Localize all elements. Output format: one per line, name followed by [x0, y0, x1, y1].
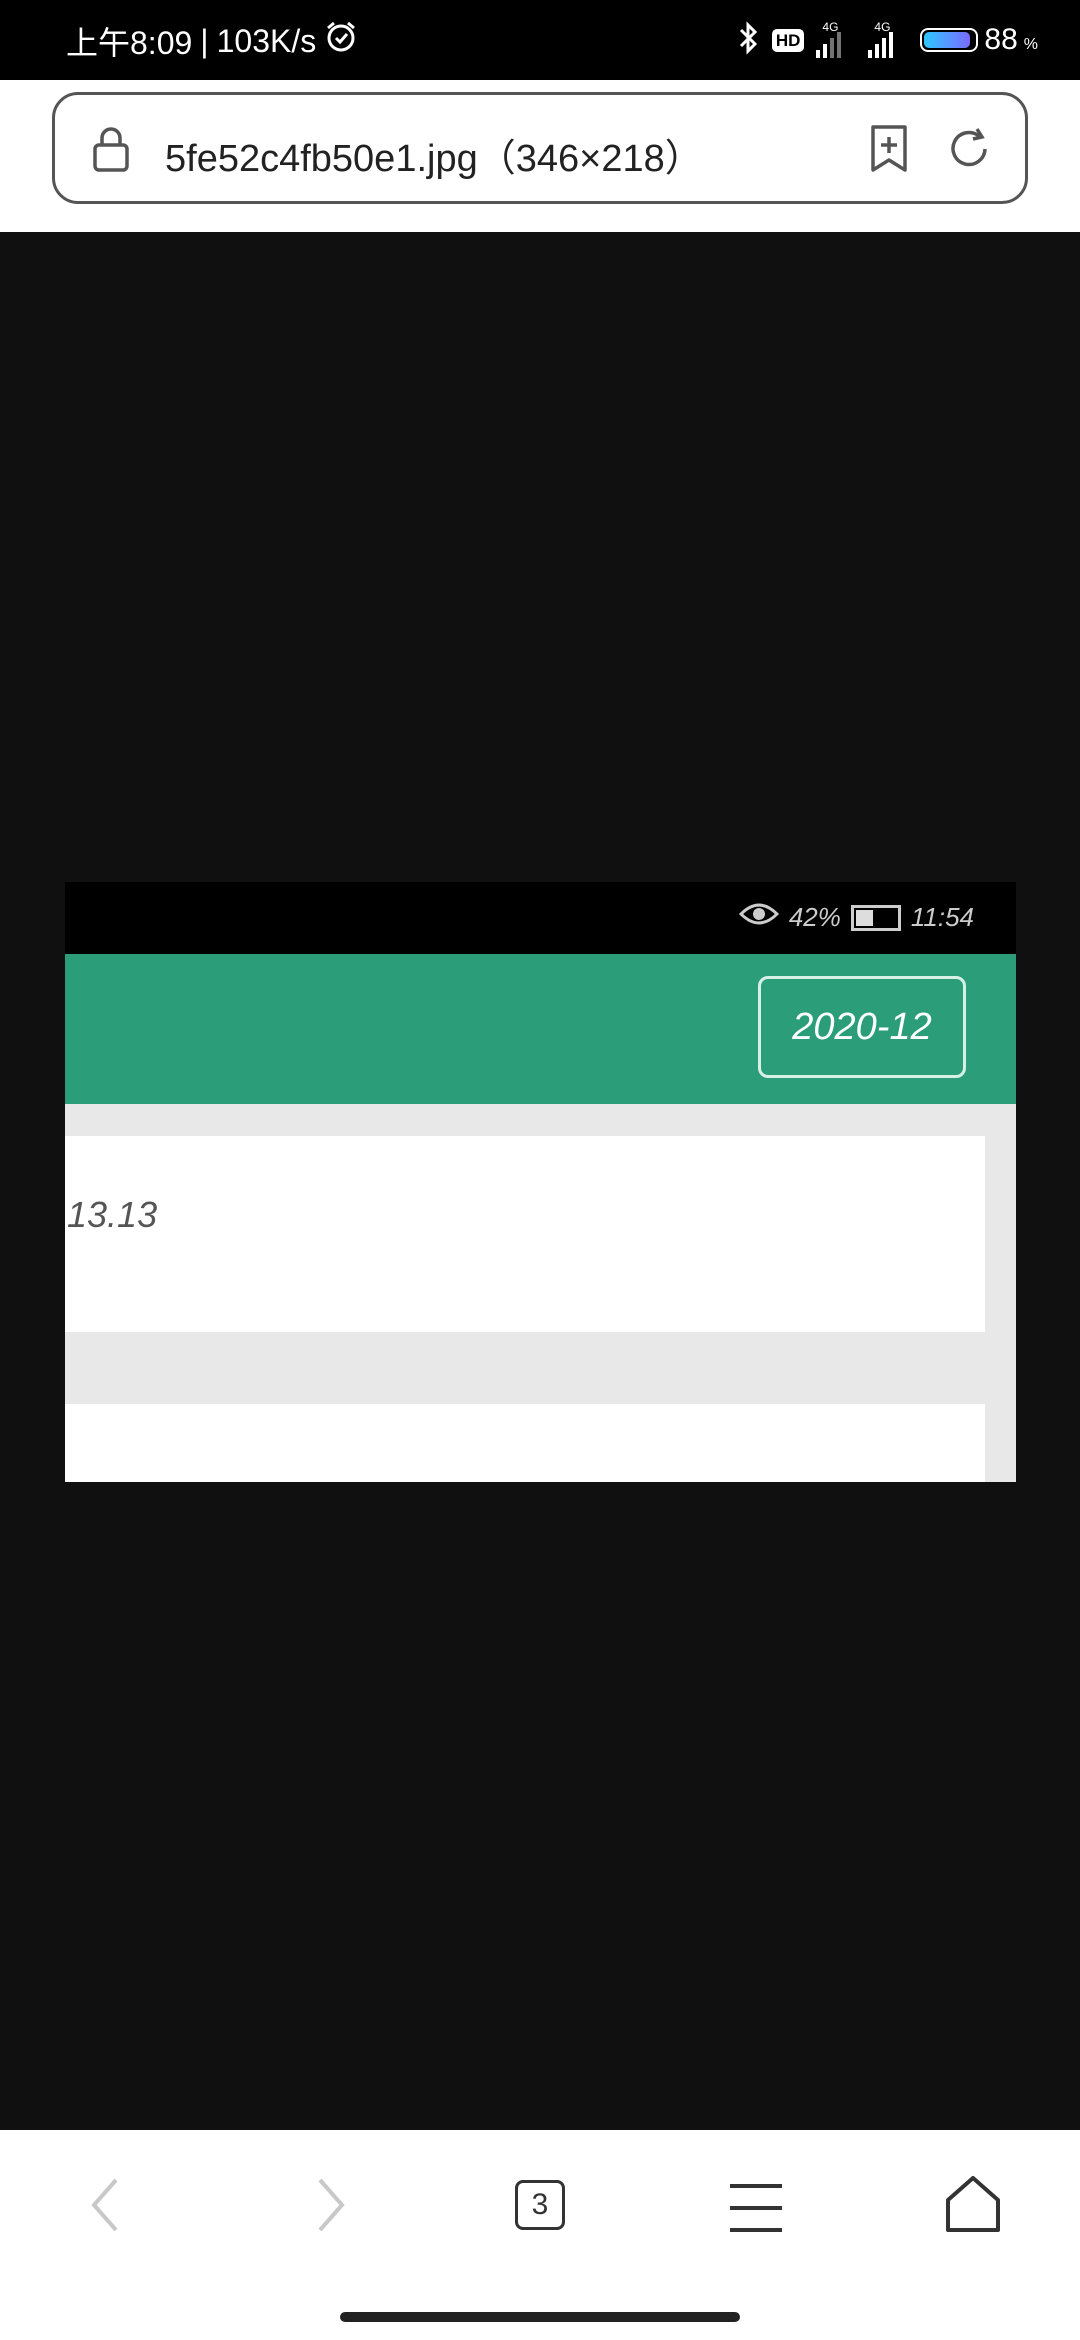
image-viewer[interactable]: 42% 11:54 2020-12 13.13 — [0, 232, 1080, 2130]
amount-value: 13.13 — [67, 1194, 158, 1235]
image-status-bar: 42% 11:54 — [65, 882, 1016, 954]
alarm-icon — [324, 20, 358, 62]
image-battery-icon — [850, 904, 901, 931]
forward-icon[interactable] — [308, 2172, 352, 2243]
address-url[interactable]: 5fe52c4fb50e1.jpg（346×218） — [165, 127, 703, 182]
image-app-header: 2020-12 — [65, 954, 1016, 1104]
date-selector-button: 2020-12 — [758, 976, 966, 1078]
battery-percent: 88 — [984, 23, 1018, 56]
lock-icon — [91, 125, 131, 178]
bluetooth-icon — [738, 20, 760, 60]
battery-percent-sign: % — [1023, 36, 1038, 53]
menu-icon[interactable] — [726, 2180, 786, 2241]
image-card: 13.13 — [65, 1136, 985, 1332]
add-bookmark-icon[interactable] — [867, 123, 911, 180]
address-bar[interactable]: 5fe52c4fb50e1.jpg（346×218） — [52, 92, 1028, 204]
tabs-button[interactable]: 3 — [515, 2180, 565, 2230]
status-time: 上午8:09 — [66, 25, 193, 61]
back-icon[interactable] — [84, 2172, 128, 2243]
image-status-time: 11:54 — [910, 902, 974, 932]
status-separator: | — [200, 22, 209, 59]
browser-bottom-toolbar: 3 — [0, 2130, 1080, 2340]
status-left: 上午8:09 | 103K/s — [66, 18, 358, 64]
browser-top-bar: 5fe52c4fb50e1.jpg（346×218） — [0, 80, 1080, 232]
signal-strength-icon: 4G — [816, 20, 856, 60]
battery-indicator: 88 % — [920, 23, 1038, 57]
network-speed: 103K/s — [216, 22, 317, 59]
image-app-body: 13.13 — [65, 1104, 1016, 1482]
image-card-2 — [65, 1404, 985, 1482]
battery-icon — [920, 28, 979, 52]
hd-badge: HD — [771, 28, 805, 52]
home-indicator[interactable] — [340, 2312, 740, 2322]
home-icon[interactable] — [944, 2174, 1002, 2241]
image-battery-percent: 42% — [788, 902, 841, 932]
tabs-count: 3 — [515, 2180, 565, 2230]
refresh-icon[interactable] — [945, 123, 993, 180]
status-right: HD 4G 4G 88 % — [738, 18, 1038, 62]
status-bar: 上午8:09 | 103K/s HD 4G 4G 88 % — [0, 0, 1080, 80]
signal-strength-icon-2: 4G — [868, 20, 908, 60]
eye-icon — [738, 900, 779, 935]
viewed-image[interactable]: 42% 11:54 2020-12 13.13 — [65, 882, 1016, 1482]
